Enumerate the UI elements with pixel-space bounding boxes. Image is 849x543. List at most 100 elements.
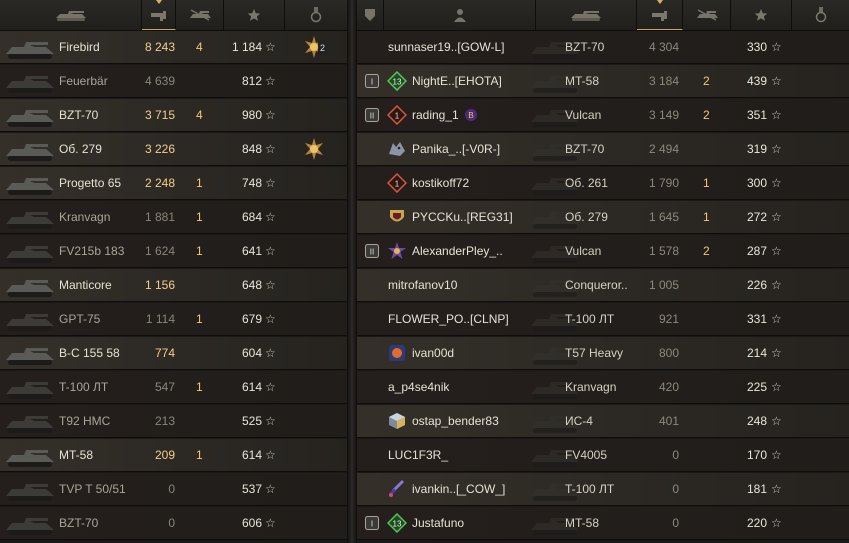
- xp-star-icon: ☆: [771, 40, 782, 54]
- table-row[interactable]: Panika_..[-V0R-] BZT-70 2 494 319 ☆: [357, 133, 849, 166]
- medal-icon: [815, 7, 827, 23]
- table-row[interactable]: Kranvagn 1 881 1 684 ☆: [0, 201, 347, 234]
- svg-text:I: I: [371, 78, 373, 87]
- frags-value: 4: [196, 40, 203, 54]
- table-row[interactable]: BZT-70 3 715 4 980 ☆: [0, 99, 347, 132]
- xp-star-icon: ☆: [771, 448, 782, 462]
- table-row[interactable]: ostap_bender83 ИС-4 401 248 ☆: [357, 405, 849, 438]
- player-name[interactable]: Justafuno: [412, 507, 535, 539]
- table-row[interactable]: I 13 NightE..[EHOTA] MT-58 3 184 2 439 ☆: [357, 65, 849, 98]
- player-name[interactable]: sunnaser19..[GOW-L]: [388, 31, 535, 63]
- vehicle-name: Kranvagn: [565, 380, 617, 394]
- player-name[interactable]: kostikoff72: [412, 167, 535, 199]
- player-name[interactable]: LUC1F3R_: [388, 439, 535, 471]
- col-medal-header[interactable]: [792, 0, 849, 30]
- xp-star-icon: ☆: [771, 414, 782, 428]
- player-name[interactable]: FLOWER_PO..[CLNP]: [388, 303, 535, 335]
- col-vehicle-header[interactable]: [536, 0, 637, 30]
- table-row[interactable]: 1 kostikoff72 Об. 261 1 790 1 300 ☆: [357, 167, 849, 200]
- xp-value: 300: [746, 176, 767, 190]
- frags-value: [703, 371, 715, 403]
- vehicle-name: Conqueror..: [565, 278, 628, 292]
- col-xp-header[interactable]: [731, 0, 792, 30]
- table-row[interactable]: PYCCKu..[REG31] Об. 279 1 645 1 272 ☆: [357, 201, 849, 234]
- xp-star-icon: ☆: [265, 346, 276, 360]
- tank-thumbnail-icon: [4, 34, 58, 60]
- damage-value: 209: [154, 448, 175, 462]
- rank-badge-icon: I: [365, 516, 379, 530]
- player-name[interactable]: NightE..[EHOTA]: [412, 65, 535, 97]
- damage-icon: [150, 8, 168, 22]
- xp-value: 170: [746, 448, 767, 462]
- table-row[interactable]: II AlexanderPley_.. Vulcan 1 578 2 287 ☆: [357, 235, 849, 268]
- table-row[interactable]: B-C 155 58 774 604 ☆: [0, 337, 347, 370]
- xp-value: 225: [746, 380, 767, 394]
- table-row[interactable]: Firebird 8 243 4 1 184 ☆ 2: [0, 31, 347, 64]
- table-row[interactable]: mitrofanov10 Conqueror.. 1 005 226 ☆: [357, 269, 849, 302]
- player-name[interactable]: PYCCKu..[REG31]: [412, 201, 535, 233]
- tank-thumbnail-icon: [4, 306, 58, 332]
- table-row[interactable]: LUC1F3R_ FV4005 0 170 ☆: [357, 439, 849, 472]
- table-row[interactable]: ivan00d T57 Heavy 800 214 ☆: [357, 337, 849, 370]
- xp-value: 1 184: [231, 40, 262, 54]
- table-row[interactable]: Manticore 1 156 648 ☆: [0, 269, 347, 302]
- damage-value: 3 226: [144, 142, 175, 156]
- table-row[interactable]: I 13 Justafuno MT-58 0 220 ☆: [357, 507, 849, 540]
- xp-star-icon: ☆: [265, 142, 276, 156]
- table-row[interactable]: FV215b 183 1 624 1 641 ☆: [0, 235, 347, 268]
- table-row[interactable]: TVP T 50/51 0 537 ☆: [0, 473, 347, 506]
- vehicle-name: Об. 261: [565, 176, 608, 190]
- col-damage-header[interactable]: [637, 0, 683, 30]
- vehicle-name: Progetto 65: [59, 176, 122, 190]
- xp-star-icon: ☆: [771, 380, 782, 394]
- col-frags-header[interactable]: [683, 0, 731, 30]
- frags-value: [196, 133, 210, 165]
- xp-value: 606: [241, 516, 262, 530]
- col-xp-header[interactable]: [224, 0, 285, 30]
- col-rank-header[interactable]: [357, 0, 384, 30]
- table-row[interactable]: a_p4se4nik Kranvagn 420 225 ☆: [357, 371, 849, 404]
- table-row[interactable]: Feuerbär 4 639 812 ☆: [0, 65, 347, 98]
- col-player-header[interactable]: [384, 0, 536, 30]
- xp-value: 214: [746, 346, 767, 360]
- table-row[interactable]: FLOWER_PO..[CLNP] T-100 ЛТ 921 331 ☆: [357, 303, 849, 336]
- table-row[interactable]: BZT-70 0 606 ☆: [0, 507, 347, 540]
- table-row[interactable]: Progetto 65 2 248 1 748 ☆: [0, 167, 347, 200]
- tank-thumbnail-icon: [4, 272, 58, 298]
- damage-value: 800: [658, 346, 679, 360]
- player-name[interactable]: AlexanderPley_..: [412, 235, 535, 267]
- xp-star-icon: [247, 8, 261, 22]
- xp-star-icon: ☆: [771, 108, 782, 122]
- medal-icon[interactable]: [302, 137, 326, 161]
- damage-value: 1 578: [648, 244, 679, 258]
- xp-star-icon: ☆: [771, 176, 782, 190]
- xp-value: 684: [241, 210, 262, 224]
- player-name[interactable]: ostap_bender83: [412, 405, 535, 437]
- vehicle-name: Firebird: [59, 40, 100, 54]
- xp-value: 439: [746, 74, 767, 88]
- table-row[interactable]: II 1 rading_1 B Vulcan 3 149 2 351 ☆: [357, 99, 849, 132]
- player-name[interactable]: mitrofanov10: [388, 269, 535, 301]
- tank-icon: [569, 8, 603, 22]
- table-row[interactable]: ivankin..[_COW_] T-100 ЛТ 0 181 ☆: [357, 473, 849, 506]
- table-row[interactable]: T-100 ЛТ 547 1 614 ☆: [0, 371, 347, 404]
- player-name[interactable]: ivan00d: [412, 337, 535, 369]
- frags-value: [196, 337, 210, 369]
- svg-text:1: 1: [395, 180, 400, 189]
- xp-star-icon: ☆: [265, 516, 276, 530]
- xp-star-icon: ☆: [265, 448, 276, 462]
- table-row[interactable]: Об. 279 3 226 848 ☆: [0, 133, 347, 166]
- col-damage-header[interactable]: [142, 0, 176, 30]
- xp-star-icon: ☆: [265, 210, 276, 224]
- col-frags-header[interactable]: [176, 0, 224, 30]
- col-vehicle-header[interactable]: [0, 0, 142, 30]
- player-name[interactable]: Panika_..[-V0R-]: [412, 133, 535, 165]
- frags-value: [703, 405, 715, 437]
- table-row[interactable]: sunnaser19..[GOW-L] BZT-70 4 304 330 ☆: [357, 31, 849, 64]
- player-name[interactable]: ivankin..[_COW_]: [412, 473, 535, 505]
- col-medal-header[interactable]: [285, 0, 347, 30]
- table-row[interactable]: T92 HMC 213 525 ☆: [0, 405, 347, 438]
- table-row[interactable]: MT-58 209 1 614 ☆: [0, 439, 347, 472]
- table-row[interactable]: GPT-75 1 114 1 679 ☆: [0, 303, 347, 336]
- player-name[interactable]: a_p4se4nik: [388, 371, 535, 403]
